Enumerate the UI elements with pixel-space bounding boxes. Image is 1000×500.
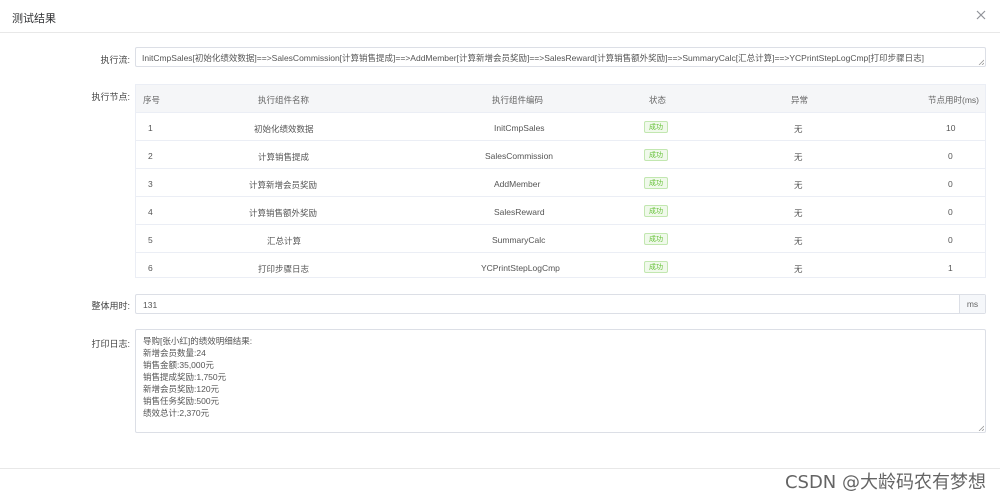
flow-text: InitCmpSales[初始化绩效数据]==>SalesCommission[… [142,53,924,63]
table-header: 序号 执行组件名称 执行组件编码 状态 异常 节点用时(ms) [136,85,985,112]
cell-error: 无 [794,180,803,190]
col-header-name: 执行组件名称 [258,95,310,105]
total-time-unit: ms [959,295,985,313]
cell-no: 1 [148,123,153,133]
total-label: 整体用时: [91,301,130,311]
cell-error: 无 [794,124,803,134]
cell-time: 10 [946,123,956,133]
log-line: 销售提成奖励:1,750元 [143,372,227,382]
cell-error: 无 [794,152,803,162]
cell-code: YCPrintStepLogCmp [481,263,560,273]
flow-label: 执行流: [100,55,130,65]
cell-no: 3 [148,179,153,189]
table-row: 2 计算销售提成 SalesCommission 成功 无 0 [136,140,985,168]
status-badge: 成功 [644,177,668,189]
cell-time: 0 [948,235,953,245]
cell-time: 1 [948,263,953,273]
flow-textarea[interactable]: InitCmpSales[初始化绩效数据]==>SalesCommission[… [135,47,986,67]
cell-name: 计算销售额外奖励 [249,208,318,218]
cell-time: 0 [948,179,953,189]
cell-time: 0 [948,207,953,217]
cell-error: 无 [794,264,803,274]
log-textarea[interactable]: 导购[张小红]的绩效明细结果: 新增会员数量:24 销售金额:35,000元 销… [135,329,986,433]
table-row: 1 初始化绩效数据 InitCmpSales 成功 无 10 [136,112,985,140]
watermark-text: CSDN @大龄码农有梦想 [784,472,986,493]
cell-name: 打印步骤日志 [258,264,310,274]
cell-name: 计算销售提成 [258,152,310,162]
resize-grip-icon[interactable] [978,425,984,431]
cell-no: 6 [148,263,153,273]
status-badge: 成功 [644,205,668,217]
test-result-dialog: 测试结果 执行流: InitCmpSales[初始化绩效数据]==>SalesC… [0,0,1000,500]
total-time-value: 131 [143,300,158,310]
cell-name: 计算新增会员奖励 [249,180,318,190]
table-row: 3 计算新增会员奖励 AddMember 成功 无 0 [136,168,985,196]
log-line: 绩效总计:2,370元 [143,408,210,418]
status-badge: 成功 [644,233,668,245]
log-line: 销售任务奖励:500元 [143,396,220,406]
log-line: 新增会员奖励:120元 [143,384,220,394]
cell-code: SalesCommission [485,151,554,161]
cell-code: AddMember [494,179,541,189]
table-row: 5 汇总计算 SummaryCalc 成功 无 0 [136,224,985,252]
resize-grip-icon[interactable] [978,59,984,65]
cell-name: 初始化绩效数据 [254,124,314,134]
col-header-code: 执行组件编码 [492,95,544,105]
dialog-title: 测试结果 [12,13,56,25]
nodes-table: 序号 执行组件名称 执行组件编码 状态 异常 节点用时(ms) 1 初始化绩效数… [135,84,986,278]
cell-name: 汇总计算 [267,236,302,246]
cell-no: 5 [148,235,153,245]
nodes-label: 执行节点: [91,92,130,102]
log-line: 新增会员数量:24 [143,348,206,358]
cell-time: 0 [948,151,953,161]
cell-error: 无 [794,208,803,218]
log-label: 打印日志: [91,339,130,349]
log-line: 销售金额:35,000元 [143,360,214,370]
status-badge: 成功 [644,261,668,273]
cell-error: 无 [794,236,803,246]
col-header-time: 节点用时(ms) [928,95,979,105]
total-time-input[interactable]: 131 ms [135,294,986,314]
close-icon[interactable] [974,8,988,22]
col-header-status: 状态 [649,95,667,105]
dialog-header: 测试结果 [0,0,1000,33]
cell-code: SummaryCalc [492,235,546,245]
cell-no: 4 [148,207,153,217]
col-header-error: 异常 [791,95,809,105]
cell-no: 2 [148,151,153,161]
status-badge: 成功 [644,121,668,133]
cell-code: SalesReward [494,207,545,217]
table-row: 4 计算销售额外奖励 SalesReward 成功 无 0 [136,196,985,224]
col-header-no: 序号 [143,95,161,105]
table-row: 6 打印步骤日志 YCPrintStepLogCmp 成功 无 1 [136,252,985,280]
cell-code: InitCmpSales [494,123,545,133]
log-line: 导购[张小红]的绩效明细结果: [143,336,253,346]
status-badge: 成功 [644,149,668,161]
